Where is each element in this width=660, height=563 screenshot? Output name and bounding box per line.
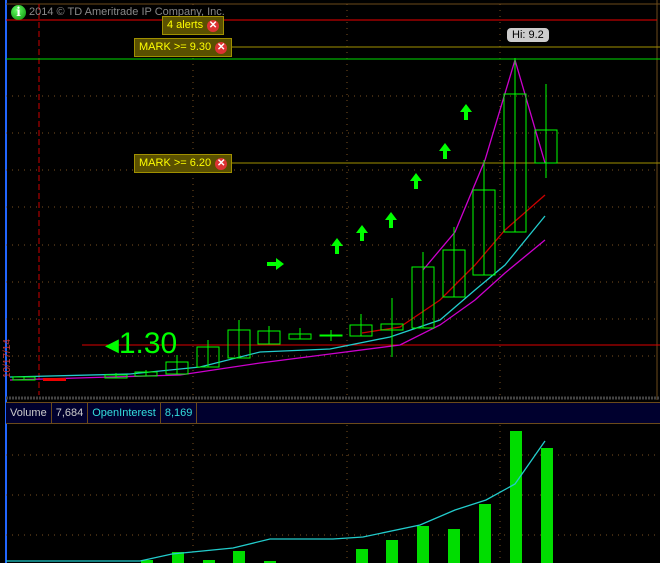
close-icon[interactable]: ✕ [207,19,220,32]
volume-header: Volume 7,684 OpenInterest 8,169 [6,402,660,424]
candle-body-red [43,378,66,381]
volume-bar [233,551,245,563]
volume-label: Volume [6,403,52,423]
signal-up-arrow-icon [410,173,422,189]
current-price: 1.30 [118,327,178,360]
volume-bar [386,540,398,563]
alert-mark-930[interactable]: MARK >= 9.30 ✕ [134,38,233,57]
volume-bar [448,529,460,563]
signal-up-arrow-icon [460,104,472,120]
candle-body [319,334,343,337]
info-icon[interactable]: i [11,5,26,20]
price-chart[interactable] [0,0,660,563]
volume-bar [356,549,368,563]
volume-bar [541,448,553,563]
alerts-count-label: 4 alerts [167,19,204,31]
alert-label: MARK >= 9.30 [139,41,212,53]
signal-up-arrow-icon [356,225,368,241]
volume-bar [479,504,491,563]
volume-bar [417,526,429,563]
alerts-count-tag[interactable]: 4 alerts ✕ [162,16,225,35]
volume-bar [510,431,522,563]
signal-right-arrow-icon [267,258,284,270]
high-label: Hi: 9.2 [507,28,549,42]
alert-label: MARK >= 6.20 [139,157,212,169]
date-marker: 10/17/14 [2,339,13,378]
oi-value: 8,169 [161,403,198,423]
volume-value: 7,684 [52,403,89,423]
signal-up-arrow-icon [385,212,397,228]
oi-label: OpenInterest [88,403,161,423]
triangle-left-icon: ◀ [105,335,119,356]
current-price-bubble: ◀1.30 [105,327,177,362]
signal-up-arrow-icon [331,238,343,254]
close-icon[interactable]: ✕ [215,41,228,54]
open-interest-line [6,440,546,562]
alert-mark-620[interactable]: MARK >= 6.20 ✕ [134,154,233,173]
close-icon[interactable]: ✕ [215,157,228,170]
signal-up-arrow-icon [439,143,451,159]
